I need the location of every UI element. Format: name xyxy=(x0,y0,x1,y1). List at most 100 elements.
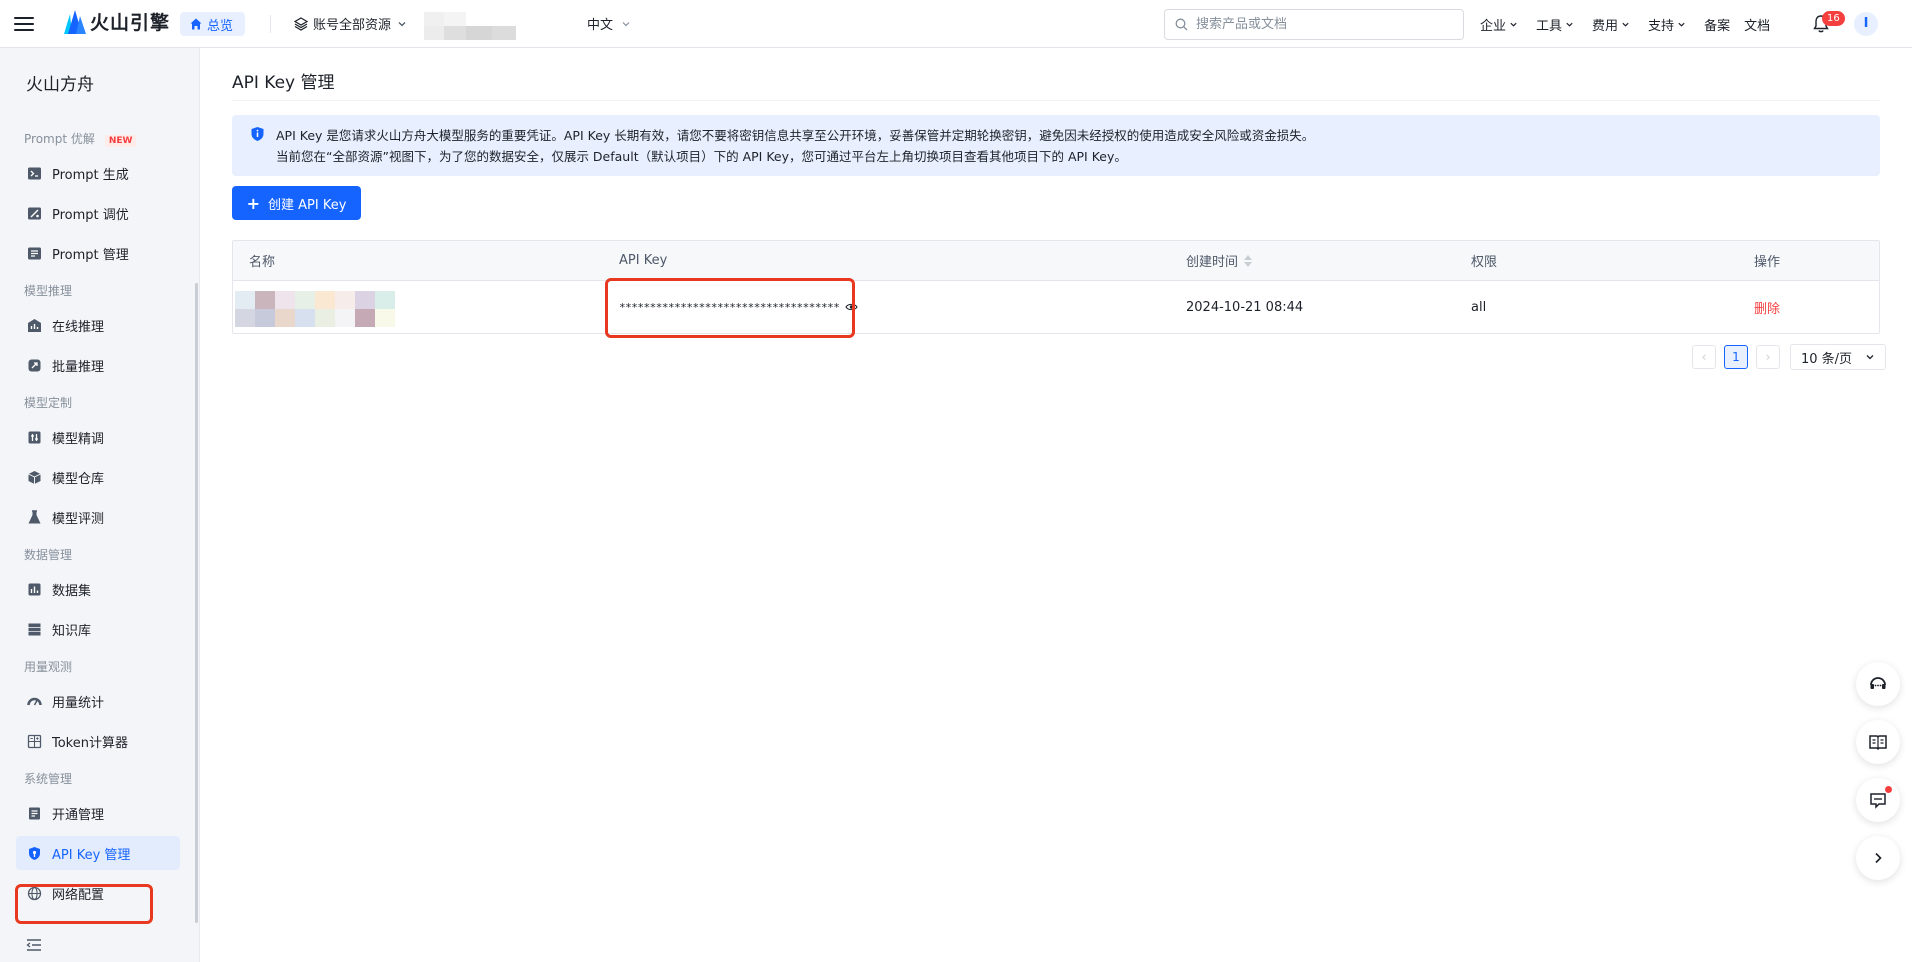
documentation-button[interactable] xyxy=(1856,720,1900,764)
sidebar-group-system: 系统管理 xyxy=(24,772,73,786)
create-api-key-button[interactable]: + 创建 API Key xyxy=(232,186,361,220)
redacted-key-name xyxy=(235,291,395,327)
created-time-cell: 2024-10-21 08:44 xyxy=(1186,299,1304,315)
chevron-down-icon xyxy=(398,21,406,26)
nav-label: 支持 xyxy=(1648,19,1675,34)
nav-docs[interactable]: 文档 xyxy=(1744,15,1770,34)
sidebar-item-model-repo[interactable]: 模型仓库 xyxy=(16,460,180,494)
fine-tune-icon xyxy=(26,429,42,445)
permission-cell: all xyxy=(1471,299,1487,315)
sidebar-item-prompt-generate[interactable]: Prompt 生成 xyxy=(16,156,180,190)
global-search-box[interactable] xyxy=(1164,9,1464,40)
sidebar-group-inference: 模型推理 xyxy=(24,284,73,298)
column-header-api-key: API Key xyxy=(619,253,668,268)
sidebar-item-knowledge-base[interactable]: 知识库 xyxy=(16,612,180,646)
layers-icon xyxy=(294,16,308,31)
brand-name: 火山引擎 xyxy=(90,12,171,34)
search-input[interactable] xyxy=(1194,16,1444,33)
sidebar-item-prompt-manage[interactable]: Prompt 管理 xyxy=(16,236,180,270)
sidebar-item-token-calculator[interactable]: Token计算器 xyxy=(16,724,180,758)
nav-label: 企业 xyxy=(1480,19,1507,34)
sidebar: 火山方舟 Prompt 优解 NEW Prompt 生成 Prompt 调优 Pr… xyxy=(0,48,200,962)
sidebar-group-customization: 模型定制 xyxy=(24,396,73,410)
main-content: API Key 管理 API Key 是您请求火山方舟大模型服务的重要凭证。AP… xyxy=(200,48,1912,962)
activation-icon xyxy=(26,805,42,821)
sidebar-item-activation[interactable]: 开通管理 xyxy=(16,796,180,830)
nav-label: 文档 xyxy=(1744,19,1771,34)
sidebar-item-batch-inference[interactable]: 批量推理 xyxy=(16,348,180,382)
prev-page-button[interactable]: ‹ xyxy=(1692,345,1716,369)
sidebar-item-label: 在线推理 xyxy=(52,319,105,335)
next-page-button[interactable]: › xyxy=(1756,345,1780,369)
column-header-name: 名称 xyxy=(249,255,276,270)
nav-tools[interactable]: 工具 xyxy=(1536,15,1574,34)
sidebar-title: 火山方舟 xyxy=(26,75,94,95)
customer-service-button[interactable] xyxy=(1856,662,1900,706)
info-alert: API Key 是您请求火山方舟大模型服务的重要凭证。API Key 长期有效，… xyxy=(232,115,1880,176)
chevron-down-icon xyxy=(622,21,630,26)
language-selector[interactable]: 中文 xyxy=(587,14,631,33)
home-icon xyxy=(190,18,202,30)
sidebar-group-prompt: Prompt 优解 NEW xyxy=(24,130,137,147)
shield-key-icon xyxy=(26,845,42,861)
create-button-label: 创建 API Key xyxy=(268,197,347,213)
account-label: 账号全部资源 xyxy=(313,18,392,33)
column-header-actions: 操作 xyxy=(1754,255,1781,270)
search-icon xyxy=(1175,18,1188,31)
sidebar-item-dataset[interactable]: 数据集 xyxy=(16,572,180,606)
highlight-box-api-key xyxy=(605,278,855,338)
page-size-select[interactable]: 10 条/页 xyxy=(1790,344,1886,370)
page-size-label: 10 条/页 xyxy=(1801,351,1853,367)
chevron-down-icon xyxy=(1866,355,1874,360)
sidebar-scrollbar[interactable] xyxy=(195,283,198,923)
batch-inference-icon xyxy=(26,357,42,373)
prompt-manage-icon xyxy=(26,245,42,261)
sidebar-item-label: Prompt 调优 xyxy=(52,207,129,223)
sidebar-item-online-inference[interactable]: 在线推理 xyxy=(16,308,180,342)
sidebar-item-label: 模型精调 xyxy=(52,431,105,447)
overview-button[interactable]: 总览 xyxy=(180,12,246,36)
nav-filing[interactable]: 备案 xyxy=(1704,15,1730,34)
sidebar-item-label: Prompt 生成 xyxy=(52,167,129,183)
chevron-down-icon xyxy=(1622,22,1629,27)
sort-icon[interactable] xyxy=(1244,254,1253,267)
title-divider xyxy=(232,100,1880,101)
group-label: Prompt 优解 xyxy=(24,132,95,146)
sidebar-group-data: 数据管理 xyxy=(24,548,73,562)
expand-panel-button[interactable] xyxy=(1856,836,1900,880)
user-avatar[interactable]: I xyxy=(1854,12,1878,36)
language-label: 中文 xyxy=(587,18,614,33)
chevron-down-icon xyxy=(1678,22,1685,27)
nav-billing[interactable]: 费用 xyxy=(1592,15,1630,34)
sidebar-item-label: 数据集 xyxy=(52,583,92,599)
feedback-button[interactable] xyxy=(1856,778,1900,822)
delete-link[interactable]: 删除 xyxy=(1754,298,1780,317)
nav-enterprise[interactable]: 企业 xyxy=(1480,15,1518,34)
alert-line-2: 当前您在“全部资源”视图下，为了您的数据安全，仅展示 Default（默认项目）… xyxy=(276,149,1127,164)
sidebar-item-fine-tune[interactable]: 模型精调 xyxy=(16,420,180,454)
sidebar-item-api-key-management[interactable]: API Key 管理 xyxy=(16,836,180,870)
prompt-tune-icon xyxy=(26,205,42,221)
plus-icon: + xyxy=(246,193,260,213)
column-header-created-time[interactable]: 创建时间 xyxy=(1186,241,1253,280)
sidebar-item-label: Token计算器 xyxy=(52,735,128,751)
prompt-generate-icon xyxy=(26,165,42,181)
sidebar-group-usage: 用量观测 xyxy=(24,660,73,674)
chevron-down-icon xyxy=(1566,22,1573,27)
sidebar-item-label: 用量统计 xyxy=(52,695,105,711)
new-badge: NEW xyxy=(104,135,137,147)
sidebar-item-usage-stats[interactable]: 用量统计 xyxy=(16,684,180,718)
brand-logo[interactable]: 火山引擎 xyxy=(64,8,170,35)
nav-support[interactable]: 支持 xyxy=(1648,15,1686,34)
hamburger-menu-icon[interactable] xyxy=(14,14,34,34)
sidebar-item-label: 开通管理 xyxy=(52,807,105,823)
sidebar-item-label: API Key 管理 xyxy=(52,847,131,863)
redacted-project-name xyxy=(424,12,516,40)
account-resource-selector[interactable]: 账号全部资源 xyxy=(294,14,412,33)
sidebar-item-prompt-tune[interactable]: Prompt 调优 xyxy=(16,196,180,230)
page-number-button[interactable]: 1 xyxy=(1724,345,1748,369)
knowledge-base-icon xyxy=(26,621,42,637)
sidebar-item-model-eval[interactable]: 模型评测 xyxy=(16,500,180,534)
api-key-table: 名称 API Key 创建时间 权限 操作 ******************… xyxy=(232,240,1880,334)
collapse-sidebar-icon[interactable] xyxy=(26,938,42,952)
